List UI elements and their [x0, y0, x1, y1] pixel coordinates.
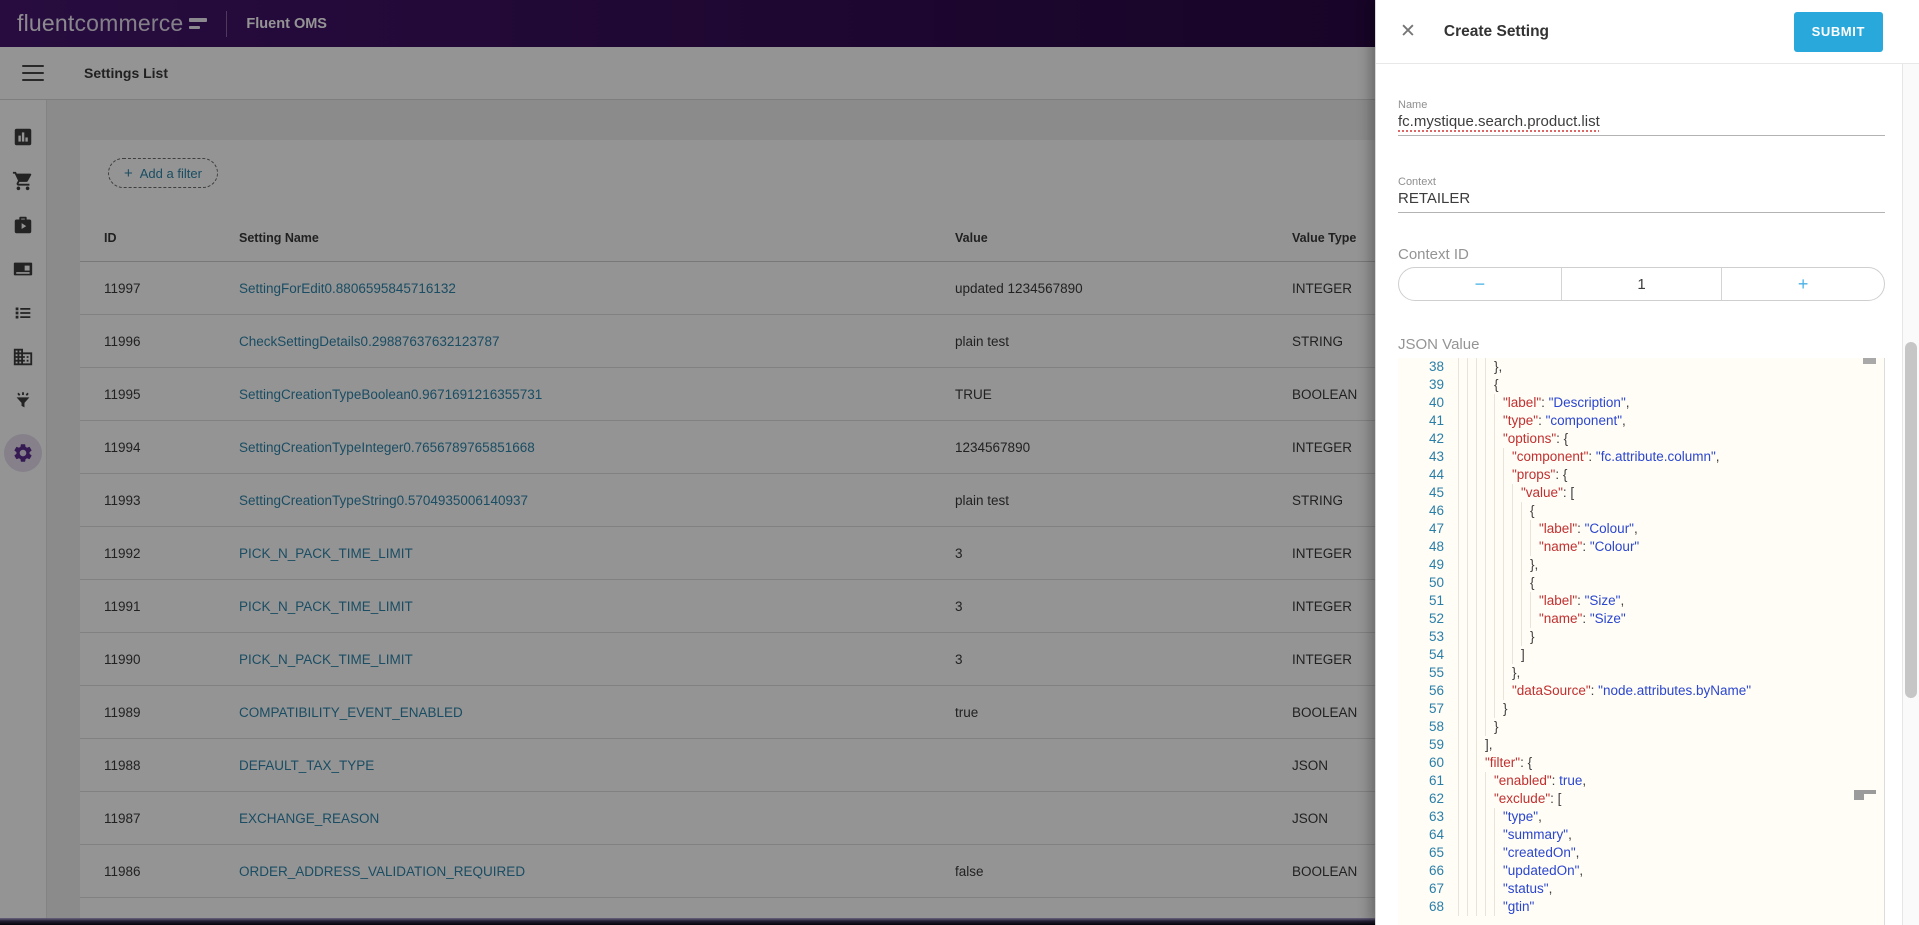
line-number: 43	[1428, 449, 1444, 464]
line-number: 68	[1428, 899, 1444, 914]
editor-line: 40 "label": "Description",	[1398, 394, 1884, 412]
line-number: 47	[1428, 521, 1444, 536]
line-number: 51	[1428, 593, 1444, 608]
line-number: 41	[1428, 413, 1444, 428]
editor-line: 47 "label": "Colour",	[1398, 520, 1884, 538]
editor-line: 60 "filter": {	[1398, 754, 1884, 772]
editor-line: 55},	[1398, 664, 1884, 682]
name-input-value: fc.mystique.search.product.list	[1398, 113, 1600, 130]
line-number: 49	[1428, 557, 1444, 572]
line-number: 42	[1428, 431, 1444, 446]
editor-line: 43 "component": "fc.attribute.column",	[1398, 448, 1884, 466]
submit-button[interactable]: SUBMIT	[1793, 11, 1883, 52]
context-id-value[interactable]: 1	[1560, 268, 1723, 300]
line-number: 46	[1428, 503, 1444, 518]
editor-line: 45 "value": [	[1398, 484, 1884, 502]
line-number: 66	[1428, 863, 1444, 878]
line-number: 57	[1428, 701, 1444, 716]
editor-line: 39{	[1398, 376, 1884, 394]
json-editor-lines: 38}, 39{40 "label": "Description", 41 "type"…	[1398, 358, 1884, 916]
line-number: 62	[1428, 791, 1444, 806]
line-number: 50	[1428, 575, 1444, 590]
line-number: 38	[1428, 359, 1444, 374]
drawer-scrollbar-thumb[interactable]	[1905, 342, 1917, 698]
editor-line: 42 "options": {	[1398, 430, 1884, 448]
context-id-stepper: − 1 +	[1398, 267, 1885, 301]
line-number: 58	[1428, 719, 1444, 734]
editor-line: 49},	[1398, 556, 1884, 574]
editor-line: 68 "gtin"	[1398, 898, 1884, 916]
editor-line: 67 "status",	[1398, 880, 1884, 898]
editor-line: 59],	[1398, 736, 1884, 754]
drawer-header: ✕ Create Setting SUBMIT	[1376, 0, 1919, 64]
bottom-scrollbar[interactable]	[0, 918, 1375, 925]
create-setting-drawer: ✕ Create Setting SUBMIT Name fc.mystique…	[1375, 0, 1919, 925]
editor-line: 66 "updatedOn",	[1398, 862, 1884, 880]
context-input-value: RETAILER	[1398, 190, 1471, 207]
context-label: Context	[1398, 176, 1436, 188]
line-number: 44	[1428, 467, 1444, 482]
name-label: Name	[1398, 99, 1428, 111]
editor-line: 64 "summary",	[1398, 826, 1884, 844]
editor-line: 52 "name": "Size"	[1398, 610, 1884, 628]
editor-line: 50{	[1398, 574, 1884, 592]
context-input[interactable]: RETAILER	[1398, 190, 1885, 213]
line-number: 63	[1428, 809, 1444, 824]
decrement-button[interactable]: −	[1399, 268, 1561, 300]
line-number: 64	[1428, 827, 1444, 842]
increment-button[interactable]: +	[1722, 268, 1884, 300]
line-number: 55	[1428, 665, 1444, 680]
line-number: 40	[1428, 395, 1444, 410]
line-number: 48	[1428, 539, 1444, 554]
line-number: 67	[1428, 881, 1444, 896]
editor-line: 56 "dataSource": "node.attributes.byName"	[1398, 682, 1884, 700]
editor-line: 65 "createdOn",	[1398, 844, 1884, 862]
editor-line: 44 "props": {	[1398, 466, 1884, 484]
editor-line: 48 "name": "Colour"	[1398, 538, 1884, 556]
line-number: 39	[1428, 377, 1444, 392]
line-number: 45	[1428, 485, 1444, 500]
editor-line: 58}	[1398, 718, 1884, 736]
line-number: 61	[1428, 773, 1444, 788]
modal-dim-overlay[interactable]	[0, 0, 1375, 925]
line-number: 54	[1428, 647, 1444, 662]
name-input[interactable]: fc.mystique.search.product.list	[1398, 113, 1885, 136]
editor-line: 61 "enabled": true,	[1398, 772, 1884, 790]
editor-line: 38},	[1398, 358, 1884, 376]
line-number: 53	[1428, 629, 1444, 644]
editor-line: 62 "exclude": [	[1398, 790, 1884, 808]
editor-line: 46{	[1398, 502, 1884, 520]
line-number: 65	[1428, 845, 1444, 860]
editor-scrollbar-thumb[interactable]	[1863, 358, 1876, 364]
editor-line: 51 "label": "Size",	[1398, 592, 1884, 610]
editor-line: 53}	[1398, 628, 1884, 646]
json-editor[interactable]: 38}, 39{40 "label": "Description", 41 "type"…	[1398, 358, 1885, 925]
editor-line: 41 "type": "component",	[1398, 412, 1884, 430]
drawer-title: Create Setting	[1443, 22, 1550, 40]
editor-scrollbar-mark[interactable]	[1854, 790, 1876, 800]
editor-line: 54]	[1398, 646, 1884, 664]
json-value-label: JSON Value	[1398, 336, 1480, 353]
line-number: 56	[1428, 683, 1444, 698]
line-number: 52	[1428, 611, 1444, 626]
close-icon[interactable]: ✕	[1400, 22, 1416, 41]
editor-line: 57}	[1398, 700, 1884, 718]
line-number: 59	[1428, 737, 1444, 752]
context-id-label: Context ID	[1398, 246, 1469, 263]
editor-line: 63 "type",	[1398, 808, 1884, 826]
line-number: 60	[1428, 755, 1444, 770]
drawer-scrollbar-track[interactable]	[1902, 64, 1919, 925]
